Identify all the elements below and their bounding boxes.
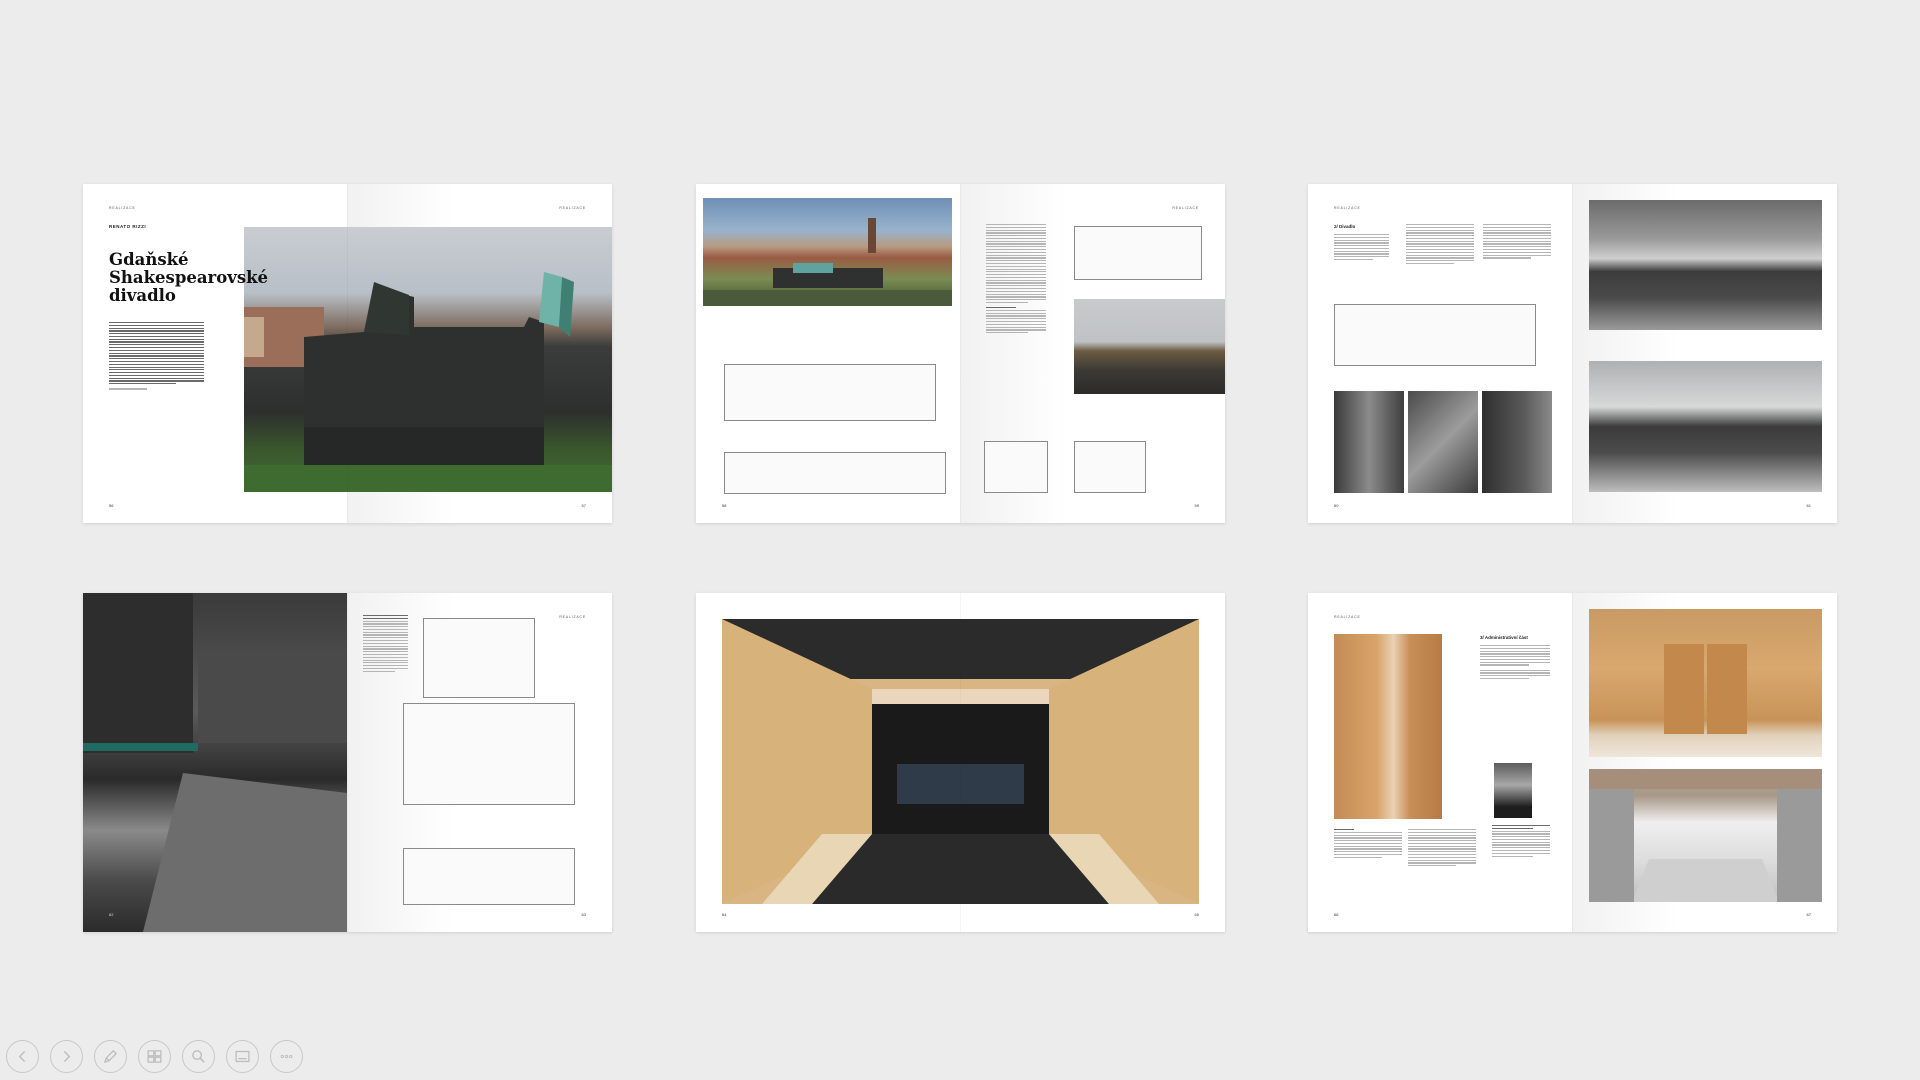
grid-icon: [147, 1050, 162, 1063]
double-door-illustration: [1664, 644, 1747, 734]
slide-overview-button[interactable]: [138, 1040, 171, 1073]
page-number-left: 66: [1334, 912, 1339, 917]
wood-doors-photo: [1589, 609, 1822, 757]
section-heading: 3/ Administrativní část: [1480, 635, 1528, 640]
city-skyline-illustration: [703, 218, 952, 306]
previous-slide-button[interactable]: [6, 1040, 39, 1073]
city-aerial-photo: [703, 198, 952, 306]
roof-open-section-drawing: [403, 703, 575, 805]
article-title: Gdaňské Shakespearovské divadlo: [109, 250, 269, 305]
page-number-right: 57: [581, 503, 586, 508]
section-detail-drawing-2: [1074, 441, 1146, 493]
architect-bio-text: [1492, 825, 1550, 858]
ellipsis-icon: [280, 1054, 293, 1059]
section-label: REALIZACE: [1334, 615, 1361, 619]
page-number-right: 59: [1194, 503, 1199, 508]
page-number-left: 64: [722, 912, 727, 917]
page-number-right: 65: [1194, 912, 1199, 917]
page-number-right: 63: [581, 912, 586, 917]
more-options-button[interactable]: [270, 1040, 303, 1073]
arrow-left-icon: [18, 1051, 26, 1062]
page-number-right: 67: [1806, 912, 1811, 917]
courtyard-photo-top: [1589, 200, 1822, 330]
section-detail-drawing-1: [984, 441, 1048, 493]
text-column-3: [1483, 224, 1551, 260]
spread-5[interactable]: 64 65: [696, 593, 1225, 932]
page-number-right: 61: [1806, 503, 1811, 508]
facade-detail-photo-3: [1482, 391, 1552, 493]
text-column-1: [1334, 234, 1389, 262]
subtitles-button[interactable]: [226, 1040, 259, 1073]
magnifier-icon: [192, 1050, 205, 1063]
section-label-right: REALIZACE: [559, 206, 586, 210]
section-heading: 2/ Divadlo: [1334, 224, 1356, 229]
presentation-toolbar: [6, 1040, 303, 1073]
section-label: REALIZACE: [109, 206, 136, 210]
legend-text-list: [363, 615, 408, 673]
courtyard-photo-bottom: [1589, 361, 1822, 492]
subtitles-icon: [235, 1050, 250, 1063]
spread-6[interactable]: REALIZACE 3/ Administrativní část 66 67: [1308, 593, 1837, 932]
pen-icon: [103, 1049, 118, 1064]
roof-mechanism-photo: [83, 593, 347, 932]
wood-corridor-photo: [1334, 634, 1442, 819]
arrow-right-icon: [63, 1051, 71, 1062]
staircase-illustration: [1589, 769, 1822, 902]
auditorium-illustration: [722, 619, 1199, 904]
section-drawing: [724, 452, 946, 494]
section-label-right: REALIZACE: [559, 615, 586, 619]
theatre-plan-drawing: [1334, 304, 1536, 366]
spread-1[interactable]: REALIZACE REALIZACE RENATO RIZZI Gdaňské…: [83, 184, 612, 523]
text-column-2: [1406, 224, 1474, 266]
zoom-button[interactable]: [182, 1040, 215, 1073]
roof-structure-illustration: [83, 593, 347, 932]
roof-detail-drawing: [423, 618, 535, 698]
courtyard-ramp-photo: [1074, 299, 1225, 394]
facade-detail-photo-1: [1334, 391, 1404, 493]
roof-closed-section-drawing: [403, 848, 575, 905]
concrete-staircase-photo: [1589, 769, 1822, 902]
intro-text-block: [109, 322, 204, 391]
spread-4[interactable]: REALIZACE 62 63: [83, 593, 612, 932]
section-label-right: REALIZACE: [1172, 206, 1199, 210]
page-number-left: 58: [722, 503, 727, 508]
text-column-intro: [1480, 645, 1550, 681]
pen-tool-button[interactable]: [94, 1040, 127, 1073]
facade-detail-photo-2: [1408, 391, 1478, 493]
site-plan-drawing: [1074, 226, 1202, 280]
text-column-2: [1408, 829, 1476, 868]
page-number-left: 62: [109, 912, 114, 917]
page-number-left: 56: [109, 503, 114, 508]
spread-3[interactable]: REALIZACE 2/ Divadlo 60 61: [1308, 184, 1837, 523]
auditorium-interior-photo: [722, 619, 1199, 904]
architect-portrait-photo: [1494, 763, 1532, 818]
author-name: RENATO RIZZI: [109, 224, 147, 229]
next-slide-button[interactable]: [50, 1040, 83, 1073]
spread-2[interactable]: REALIZACE 58 59: [696, 184, 1225, 523]
floor-plan-drawing: [724, 364, 936, 421]
page-number-left: 60: [1334, 503, 1339, 508]
body-text-column: [986, 224, 1046, 335]
text-column-1: [1334, 829, 1402, 860]
section-label: REALIZACE: [1334, 206, 1361, 210]
